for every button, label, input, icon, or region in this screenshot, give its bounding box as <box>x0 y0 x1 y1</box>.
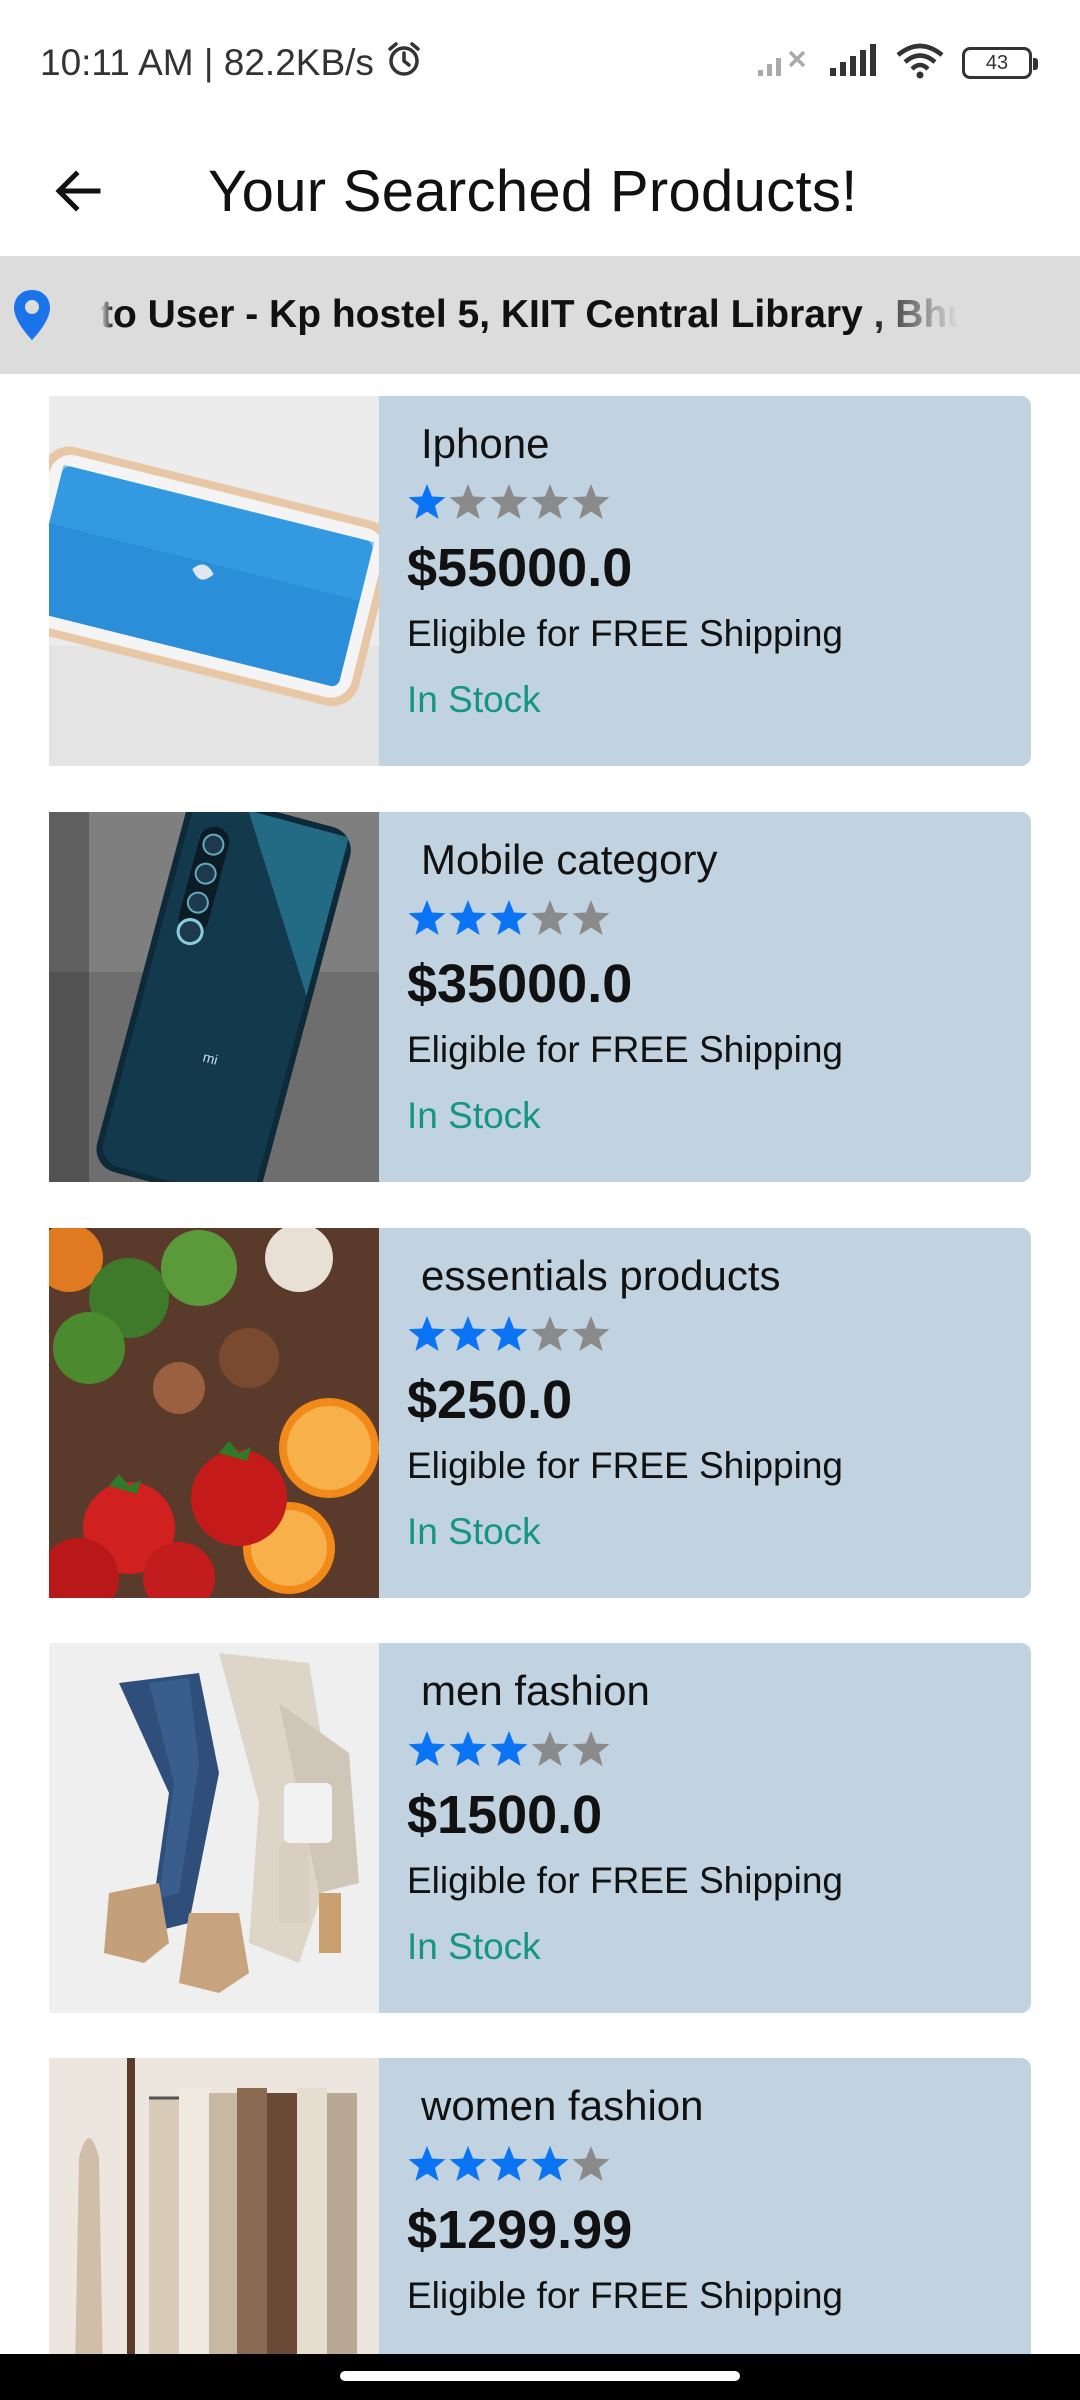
shipping-text: Eligible for FREE Shipping <box>407 613 843 654</box>
stock-status: In Stock <box>407 1511 541 1552</box>
star-filled-icon <box>531 2146 569 2181</box>
status-right: 43 <box>756 43 1038 84</box>
product-image-men-fashion <box>49 1643 379 2013</box>
screen: 10:11 AM | 82.2KB/s 43 Your Searched Pro… <box>0 0 1080 2400</box>
product-price: $1500.0 <box>407 1785 603 1845</box>
product-price: $250.0 <box>407 1370 573 1430</box>
product-price: $1299.99 <box>407 2200 633 2260</box>
product-image-essentials <box>49 1228 379 1598</box>
stock-status: In Stock <box>407 1926 541 1967</box>
star-filled-icon <box>449 2146 487 2181</box>
star-empty-icon <box>572 484 610 519</box>
star-filled-icon <box>490 2146 528 2181</box>
product-name: essentials products <box>421 1252 781 1299</box>
star-filled-icon <box>449 1316 487 1351</box>
star-filled-icon <box>449 1731 487 1766</box>
shipping-text: Eligible for FREE Shipping <box>407 1029 843 1070</box>
shipping-text: Eligible for FREE Shipping <box>407 1445 843 1486</box>
rating-stars <box>407 1723 843 1775</box>
star-empty-icon <box>572 1316 610 1351</box>
star-empty-icon <box>531 484 569 519</box>
wifi-icon <box>896 43 944 84</box>
back-button[interactable] <box>18 131 138 251</box>
star-filled-icon <box>490 1316 528 1351</box>
star-filled-icon <box>449 900 487 935</box>
product-card[interactable]: mi Mobile category $35000.0 Eligible for… <box>49 812 1031 1182</box>
star-filled-icon <box>408 1731 446 1766</box>
product-image-women-fashion <box>49 2058 379 2354</box>
product-card[interactable]: Iphone $55000.0 Eligible for FREE Shippi… <box>49 396 1031 766</box>
alarm-icon <box>384 39 424 88</box>
star-filled-icon <box>490 900 528 935</box>
star-empty-icon <box>572 900 610 935</box>
navigation-bar <box>0 2354 1080 2400</box>
rating-stars <box>407 2138 843 2190</box>
product-name: women fashion <box>421 2082 704 2129</box>
product-info: Mobile category $35000.0 Eligible for FR… <box>379 812 843 1182</box>
page-title: Your Searched Products! <box>208 158 858 224</box>
product-name: Mobile category <box>421 836 718 883</box>
battery-icon: 43 <box>962 47 1038 79</box>
address-clip: to User - Kp hostel 5, KIIT Central Libr… <box>100 285 958 345</box>
star-filled-icon <box>408 2146 446 2181</box>
product-price: $55000.0 <box>407 538 633 598</box>
status-bar: 10:11 AM | 82.2KB/s 43 <box>0 0 1080 126</box>
product-info: Iphone $55000.0 Eligible for FREE Shippi… <box>379 396 843 766</box>
product-card[interactable]: women fashion $1299.99 Eligible for FREE… <box>49 2058 1031 2354</box>
product-card[interactable]: essentials products $250.0 Eligible for … <box>49 1228 1031 1598</box>
star-empty-icon <box>490 484 528 519</box>
product-info: essentials products $250.0 Eligible for … <box>379 1228 843 1598</box>
shipping-text: Eligible for FREE Shipping <box>407 2275 843 2316</box>
star-filled-icon <box>408 900 446 935</box>
stock-status <box>407 2338 843 2354</box>
product-info: men fashion $1500.0 Eligible for FREE Sh… <box>379 1643 843 2013</box>
stock-status: In Stock <box>407 1095 541 1136</box>
rating-stars <box>407 892 843 944</box>
address-fade-left <box>100 285 114 345</box>
star-empty-icon <box>531 900 569 935</box>
star-empty-icon <box>572 1731 610 1766</box>
product-name: Iphone <box>421 420 550 467</box>
star-empty-icon <box>531 1731 569 1766</box>
product-card[interactable]: men fashion $1500.0 Eligible for FREE Sh… <box>49 1643 1031 2013</box>
star-filled-icon <box>408 1316 446 1351</box>
product-image-mobile: mi <box>49 812 379 1182</box>
star-empty-icon <box>572 2146 610 2181</box>
shipping-text: Eligible for FREE Shipping <box>407 1860 843 1901</box>
star-filled-icon <box>490 1731 528 1766</box>
product-info: women fashion $1299.99 Eligible for FREE… <box>379 2058 843 2354</box>
no-signal-icon <box>756 44 810 83</box>
app-bar: Your Searched Products! <box>0 126 1080 256</box>
star-filled-icon <box>408 484 446 519</box>
signal-icon <box>828 43 878 83</box>
star-empty-icon <box>449 484 487 519</box>
rating-stars <box>407 476 843 528</box>
rating-stars <box>407 1308 843 1360</box>
star-empty-icon <box>531 1316 569 1351</box>
product-price: $35000.0 <box>407 954 633 1014</box>
arrow-left-icon <box>55 170 101 212</box>
location-pin-icon <box>12 285 56 345</box>
product-name: men fashion <box>421 1667 650 1714</box>
address-fade <box>868 285 958 345</box>
product-list: Iphone $55000.0 Eligible for FREE Shippi… <box>0 374 1080 2354</box>
address-bar[interactable]: to User - Kp hostel 5, KIIT Central Libr… <box>0 256 1080 374</box>
home-gesture-handle[interactable] <box>340 2371 740 2381</box>
address-text: to User - Kp hostel 5, KIIT Central Libr… <box>100 293 958 336</box>
status-left: 10:11 AM | 82.2KB/s <box>40 39 424 88</box>
status-time-speed: 10:11 AM | 82.2KB/s <box>40 42 374 83</box>
stock-status: In Stock <box>407 679 541 720</box>
product-image-iphone <box>49 396 379 766</box>
